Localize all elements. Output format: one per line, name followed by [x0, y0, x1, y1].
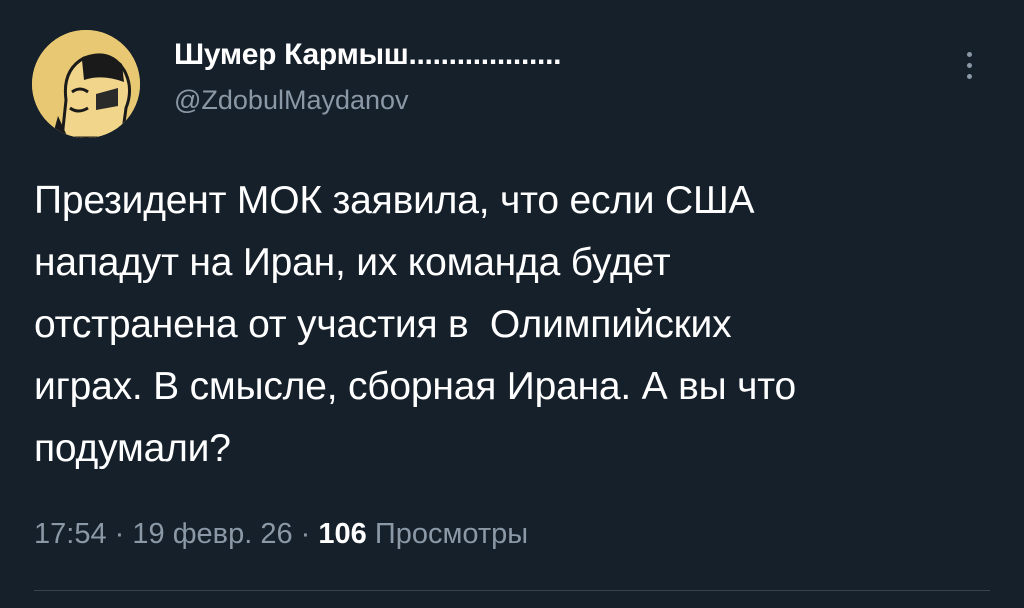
meta-separator: ·	[114, 518, 125, 550]
tweet-text-line: играх. В смысле, сборная Ирана. А вы что	[34, 365, 796, 408]
tweet-text: Президент МОК заявила, что если США напа…	[34, 170, 1004, 480]
tweet-meta: 17:54 · 19 февр. 26 · 106 Просмотры	[34, 518, 528, 551]
tweet-text-line: подумали?	[34, 427, 231, 470]
more-vertical-icon[interactable]	[956, 52, 982, 92]
tweet: Шумер Кармыш................... @ZdobulM…	[0, 0, 1024, 608]
tweet-time[interactable]: 17:54	[34, 518, 107, 550]
author-display-name[interactable]: Шумер Кармыш...................	[174, 38, 561, 72]
avatar-illustration-icon	[32, 30, 140, 138]
tweet-text-line: отстранена от участия в Олимпийских	[34, 303, 732, 346]
tweet-text-line: нападут на Иран, их команда будет	[34, 241, 671, 284]
tweet-text-line: Президент МОК заявила, что если США	[34, 179, 755, 222]
views-count[interactable]: 106	[318, 518, 366, 550]
views-label[interactable]: Просмотры	[375, 518, 528, 550]
avatar[interactable]	[32, 30, 140, 138]
divider	[34, 590, 990, 591]
meta-separator: ·	[300, 518, 311, 550]
tweet-date[interactable]: 19 февр. 26	[132, 518, 292, 550]
author-handle[interactable]: @ZdobulMaydanov	[174, 85, 409, 116]
